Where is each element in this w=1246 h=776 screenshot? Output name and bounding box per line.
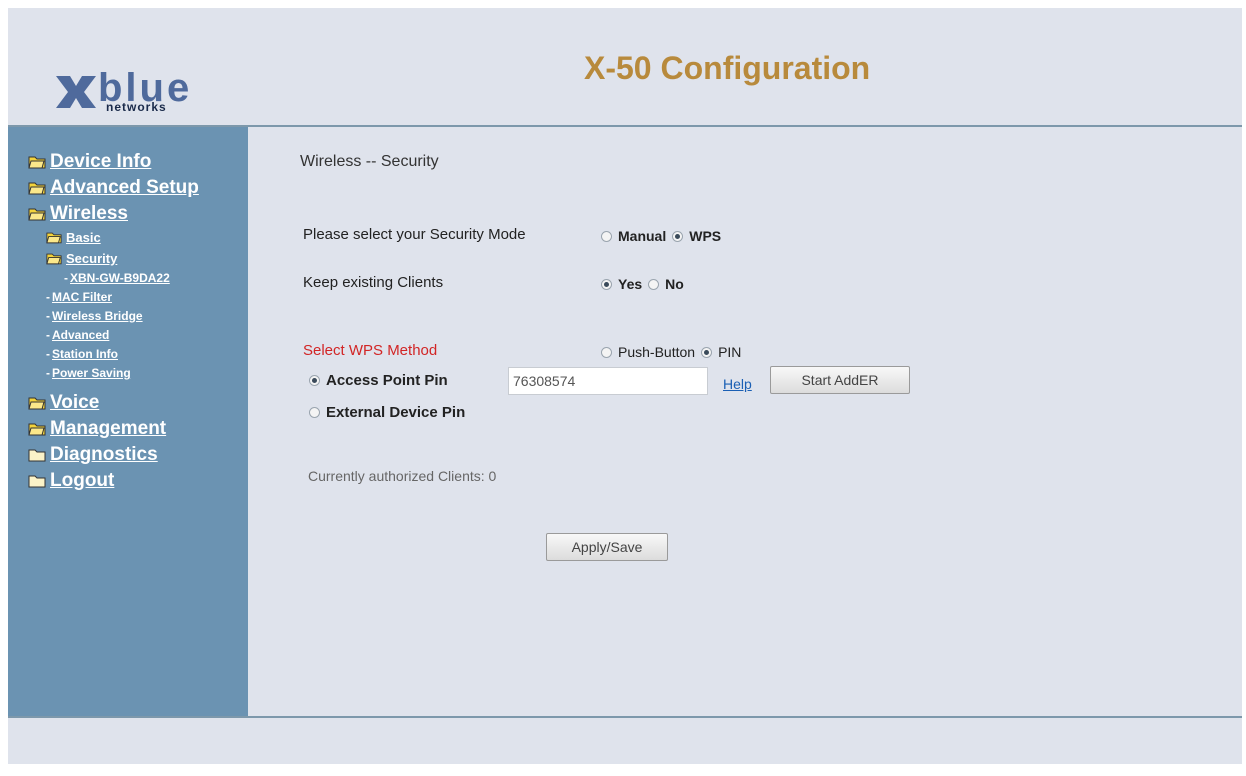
start-adder-button[interactable]: Start AddER [770, 366, 910, 394]
bullet-dash: - [46, 290, 50, 304]
radio-push-button[interactable] [601, 346, 612, 358]
sidebar-item-power-saving[interactable]: - Power Saving [46, 366, 131, 380]
radio-external-device-pin[interactable] [309, 407, 320, 418]
sidebar-item-wireless[interactable]: Wireless [28, 203, 128, 225]
folder-open-icon [28, 397, 46, 410]
security-mode-label: Please select your Security Mode [303, 226, 526, 243]
sidebar-item-label[interactable]: Security [66, 251, 117, 266]
security-mode-radio-group: Manual WPS [601, 228, 727, 244]
logo-subtext: networks [106, 100, 167, 114]
footer [8, 716, 1242, 764]
sidebar: Device Info Advanced Setup Wireless Basi… [8, 127, 248, 716]
logo-x-icon [56, 76, 96, 108]
sidebar-item-label[interactable]: XBN-GW-B9DA22 [70, 271, 170, 285]
sidebar-item-diagnostics[interactable]: Diagnostics [28, 444, 158, 466]
option-yes-label: Yes [618, 276, 643, 292]
sidebar-item-label[interactable]: MAC Filter [52, 290, 112, 304]
radio-wps[interactable] [672, 230, 684, 242]
radio-no[interactable] [648, 278, 660, 290]
radio-yes[interactable] [601, 278, 612, 290]
sidebar-item-label[interactable]: Station Info [52, 347, 118, 361]
page-frame: blue networks X-50 Configuration Device … [8, 8, 1242, 764]
authorized-clients-text: Currently authorized Clients: 0 [308, 468, 497, 484]
folder-closed-icon [28, 449, 46, 462]
option-push-button-label: Push-Button [618, 344, 696, 360]
sidebar-item-label[interactable]: Diagnostics [50, 444, 158, 466]
bullet-dash: - [46, 366, 50, 380]
sidebar-item-label[interactable]: Wireless [50, 203, 128, 225]
access-point-pin-row: Access Point Pin [309, 372, 454, 389]
sidebar-item-mac-filter[interactable]: - MAC Filter [46, 290, 112, 304]
sidebar-item-label[interactable]: Advanced [52, 328, 109, 342]
radio-manual[interactable] [601, 230, 612, 242]
keep-clients-label: Keep existing Clients [303, 274, 444, 291]
sidebar-item-security[interactable]: Security [46, 251, 117, 266]
sidebar-item-label[interactable]: Wireless Bridge [52, 309, 143, 323]
sidebar-item-label[interactable]: Logout [50, 470, 114, 492]
sidebar-item-label[interactable]: Device Info [50, 151, 151, 173]
folder-open-icon [28, 156, 46, 169]
page-title: X-50 Configuration [584, 50, 871, 86]
wps-method-label: Select WPS Method [303, 342, 438, 359]
sidebar-item-basic[interactable]: Basic [46, 230, 101, 245]
folder-closed-icon [28, 475, 46, 488]
radio-pin[interactable] [701, 346, 713, 358]
radio-access-point-pin[interactable] [309, 375, 320, 386]
help-link[interactable]: Help [723, 376, 752, 392]
bullet-dash: - [46, 309, 50, 323]
sidebar-item-label[interactable]: Management [50, 418, 166, 440]
sidebar-item-station-info[interactable]: - Station Info [46, 347, 118, 361]
sidebar-item-label[interactable]: Basic [66, 230, 101, 245]
folder-open-icon [28, 208, 46, 221]
option-manual-label: Manual [618, 228, 667, 244]
folder-open-icon [46, 253, 62, 265]
wps-method-radio-group: Push-Button PIN [601, 344, 741, 360]
sidebar-item-advanced-setup[interactable]: Advanced Setup [28, 177, 199, 199]
option-no-label: No [665, 276, 684, 292]
folder-open-icon [46, 232, 62, 244]
xblue-logo: blue networks [54, 66, 244, 118]
main-content: Wireless -- Security Please select your … [248, 127, 1242, 716]
sidebar-item-label[interactable]: Voice [50, 392, 99, 414]
option-wps-label: WPS [689, 228, 722, 244]
header: blue networks X-50 Configuration [8, 8, 1242, 127]
bullet-dash: - [46, 347, 50, 361]
sidebar-item-label[interactable]: Advanced Setup [50, 177, 199, 199]
section-title: Wireless -- Security [300, 153, 439, 170]
bullet-dash: - [64, 271, 68, 285]
option-pin-label: PIN [718, 344, 742, 360]
sidebar-item-device-info[interactable]: Device Info [28, 151, 151, 173]
bullet-dash: - [46, 328, 50, 342]
keep-clients-radio-group: Yes No [601, 276, 690, 292]
folder-open-icon [28, 182, 46, 195]
access-point-pin-input[interactable] [508, 367, 708, 395]
sidebar-item-wireless-bridge[interactable]: - Wireless Bridge [46, 309, 143, 323]
sidebar-item-logout[interactable]: Logout [28, 470, 114, 492]
external-device-pin-label: External Device Pin [326, 404, 466, 421]
sidebar-item-ssid[interactable]: - XBN-GW-B9DA22 [64, 271, 170, 285]
sidebar-item-label[interactable]: Power Saving [52, 366, 131, 380]
sidebar-item-management[interactable]: Management [28, 418, 166, 440]
access-point-pin-label: Access Point Pin [326, 372, 448, 389]
sidebar-item-voice[interactable]: Voice [28, 392, 99, 414]
sidebar-item-advanced[interactable]: - Advanced [46, 328, 109, 342]
external-device-pin-row: External Device Pin [309, 404, 471, 421]
folder-open-icon [28, 423, 46, 436]
apply-save-button[interactable]: Apply/Save [546, 533, 668, 561]
